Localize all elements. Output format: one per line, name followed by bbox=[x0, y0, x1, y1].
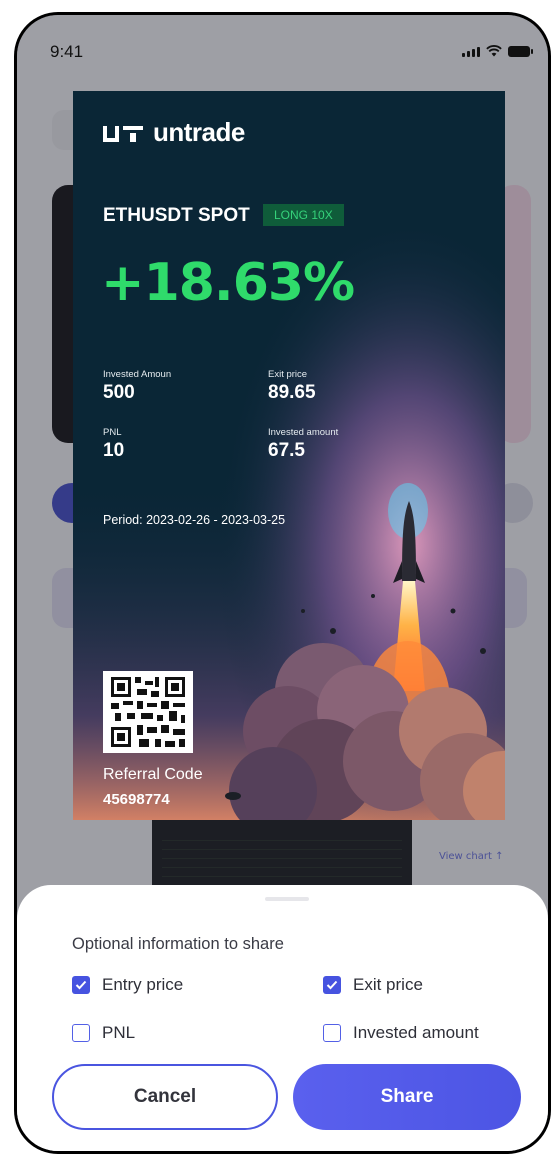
option-label: Exit price bbox=[353, 975, 423, 994]
stat-value: 500 bbox=[103, 382, 135, 403]
stat-invested-amount-2: Invested amount 67.5 bbox=[268, 427, 338, 462]
checkbox-checked-icon[interactable] bbox=[323, 976, 341, 994]
brand-name: untrade bbox=[153, 117, 245, 147]
stat-value: 10 bbox=[103, 440, 125, 461]
option-label: Invested amount bbox=[353, 1023, 479, 1042]
stat-label: Invested Amoun bbox=[103, 369, 172, 380]
screen: View chart ↑ 9:41 untrade ETHUSDT SPOT L… bbox=[17, 15, 548, 1151]
option-entry-price[interactable]: Entry price bbox=[72, 975, 183, 995]
option-pnl[interactable]: PNL bbox=[72, 1023, 135, 1043]
referral-label: Referral Code bbox=[103, 766, 203, 783]
battery-icon bbox=[508, 46, 533, 57]
checkbox-unchecked-icon[interactable] bbox=[323, 1024, 341, 1042]
signal-icon bbox=[462, 47, 480, 57]
untrade-logo-icon bbox=[103, 122, 143, 144]
option-label: Entry price bbox=[102, 975, 184, 994]
stat-label: Exit price bbox=[268, 369, 308, 380]
trading-pair: ETHUSDT SPOT bbox=[103, 205, 250, 226]
cancel-button[interactable]: Cancel bbox=[52, 1064, 278, 1130]
referral-code: 45698774 bbox=[103, 791, 170, 808]
stat-value: 67.5 bbox=[268, 440, 305, 461]
option-exit-price[interactable]: Exit price bbox=[323, 975, 423, 995]
stat-invested-amount: Invested Amoun 500 bbox=[103, 369, 171, 404]
status-bar: 9:41 bbox=[17, 15, 548, 85]
stat-value: 89.65 bbox=[268, 382, 316, 403]
option-label: PNL bbox=[102, 1023, 136, 1042]
share-card: untrade ETHUSDT SPOT LONG 10X +18.63% In… bbox=[73, 91, 505, 820]
status-icons bbox=[462, 45, 533, 57]
brand-logo: untrade bbox=[103, 117, 245, 148]
share-button[interactable]: Share bbox=[293, 1064, 521, 1130]
qr-code-icon bbox=[103, 671, 193, 753]
stat-label: Invested amount bbox=[268, 427, 339, 438]
wifi-icon bbox=[486, 45, 502, 57]
pnl-percent: +18.63% bbox=[101, 253, 355, 313]
phone-frame: View chart ↑ 9:41 untrade ETHUSDT SPOT L… bbox=[14, 12, 551, 1154]
position-badge: LONG 10X bbox=[263, 204, 344, 226]
share-options-sheet: Optional information to share Entry pric… bbox=[17, 885, 548, 1151]
stat-pnl: PNL 10 bbox=[103, 427, 124, 462]
checkbox-unchecked-icon[interactable] bbox=[72, 1024, 90, 1042]
stat-label: PNL bbox=[103, 427, 122, 438]
option-invested-amount[interactable]: Invested amount bbox=[323, 1023, 479, 1043]
sheet-title: Optional information to share bbox=[72, 935, 284, 953]
stat-exit-price: Exit price 89.65 bbox=[268, 369, 316, 404]
checkbox-checked-icon[interactable] bbox=[72, 976, 90, 994]
period-range: Period: 2023-02-26 - 2023-03-25 bbox=[103, 513, 286, 527]
status-time: 9:41 bbox=[50, 42, 84, 61]
sheet-drag-handle[interactable] bbox=[265, 897, 309, 901]
